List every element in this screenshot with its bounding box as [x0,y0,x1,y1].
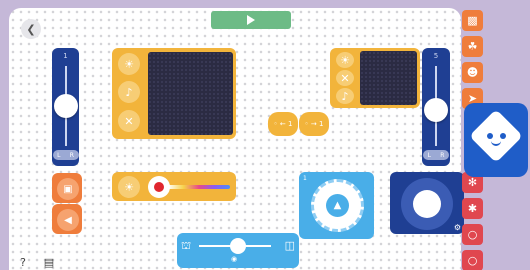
lr-toggle[interactable]: L R [423,150,449,160]
jumping-person-icon[interactable]: ✱ [462,198,483,219]
lightbulb-icon[interactable]: ○ [462,224,483,245]
lr-right-label: R [69,151,74,159]
bottom-slider-knob[interactable] [230,238,246,254]
led-matrix-block: ☀ ♪ ✕ [112,48,236,139]
color-slider-block: ☀ [112,172,236,201]
help-button[interactable]: ? [13,254,33,270]
logo-face [469,109,523,163]
color-dot [154,182,164,192]
lr-left-label: L [57,151,61,159]
x-icon[interactable]: ✕ [118,110,140,132]
logo-eye-left [487,133,493,139]
left-vertical-slider: 1 L R [52,48,79,166]
horn-icon: ◀ [57,209,79,231]
led-matrix-block-right: ☀ ✕ ♪ [330,48,420,108]
lightbulb-icon[interactable]: ○ [462,250,483,270]
slider-value-label: 5 [433,52,439,60]
car-icon: ▣ [57,178,79,200]
play-icon [247,15,255,25]
lr-left-label: L [427,151,431,159]
gear-icon[interactable]: ⚙ [454,223,461,232]
bell-icon[interactable]: ⛫ [181,239,191,254]
led-matrix-screen[interactable] [148,52,233,135]
lr-right-label: R [440,151,445,159]
dial-block: 1 ▲ [299,172,374,239]
wifi-icon: ◉ [231,255,238,263]
slider-value-label: 1 [63,52,68,60]
back-button[interactable]: ❮ [21,19,41,39]
value-pill-right[interactable]: ◦ → 1 [299,112,329,136]
playground-board: ❮ 1 L R ☀ ♪ ✕ ☀ ✕ ♪ 5 L R ◦ ← 1 ◦ → 1 ▣ … [9,8,464,270]
color-gradient-track[interactable] [168,185,230,189]
slider-knob[interactable] [53,94,78,118]
logo-eye-right [500,133,506,139]
pill-label: ◦ ← 1 [273,120,293,128]
chevron-left-icon: ❮ [26,22,36,36]
bottom-slider-bar: ⛫ ◫ ◉ [177,233,299,268]
slider-knob[interactable] [424,98,448,122]
joystick-stick[interactable] [413,190,441,218]
help-label: ? [20,255,26,269]
led-matrix-screen-right[interactable] [360,51,417,105]
robot-icon[interactable]: ▩ [462,10,483,31]
right-vertical-slider: 5 L R [422,48,450,166]
rabbit-icon[interactable]: ☘ [462,36,483,57]
rocket-icon: ▲ [326,194,349,217]
sun-icon[interactable]: ☀ [118,53,140,75]
play-button[interactable] [211,11,291,29]
music-note-icon[interactable]: ♪ [336,88,354,104]
app-logo[interactable] [464,103,528,177]
headphones-icon[interactable]: ◫ [285,239,295,252]
x-icon[interactable]: ✕ [336,70,354,86]
lr-toggle[interactable]: L R [52,150,79,160]
chart-icon[interactable]: ▤ [39,254,59,270]
sun-icon[interactable]: ☀ [118,176,140,198]
joystick-block: ⚙ [390,172,464,234]
music-note-icon[interactable]: ♪ [118,81,140,103]
pill-label: ◦ → 1 [304,120,324,128]
color-swatch-knob[interactable] [148,176,170,198]
value-pill-left[interactable]: ◦ ← 1 [268,112,298,136]
sun-icon[interactable]: ☀ [336,52,354,68]
dial-label: 1 [303,175,307,182]
car-block[interactable]: ▣ [52,173,82,203]
chicken-icon[interactable]: ☻ [462,62,483,83]
horn-block[interactable]: ◀ [52,204,82,234]
